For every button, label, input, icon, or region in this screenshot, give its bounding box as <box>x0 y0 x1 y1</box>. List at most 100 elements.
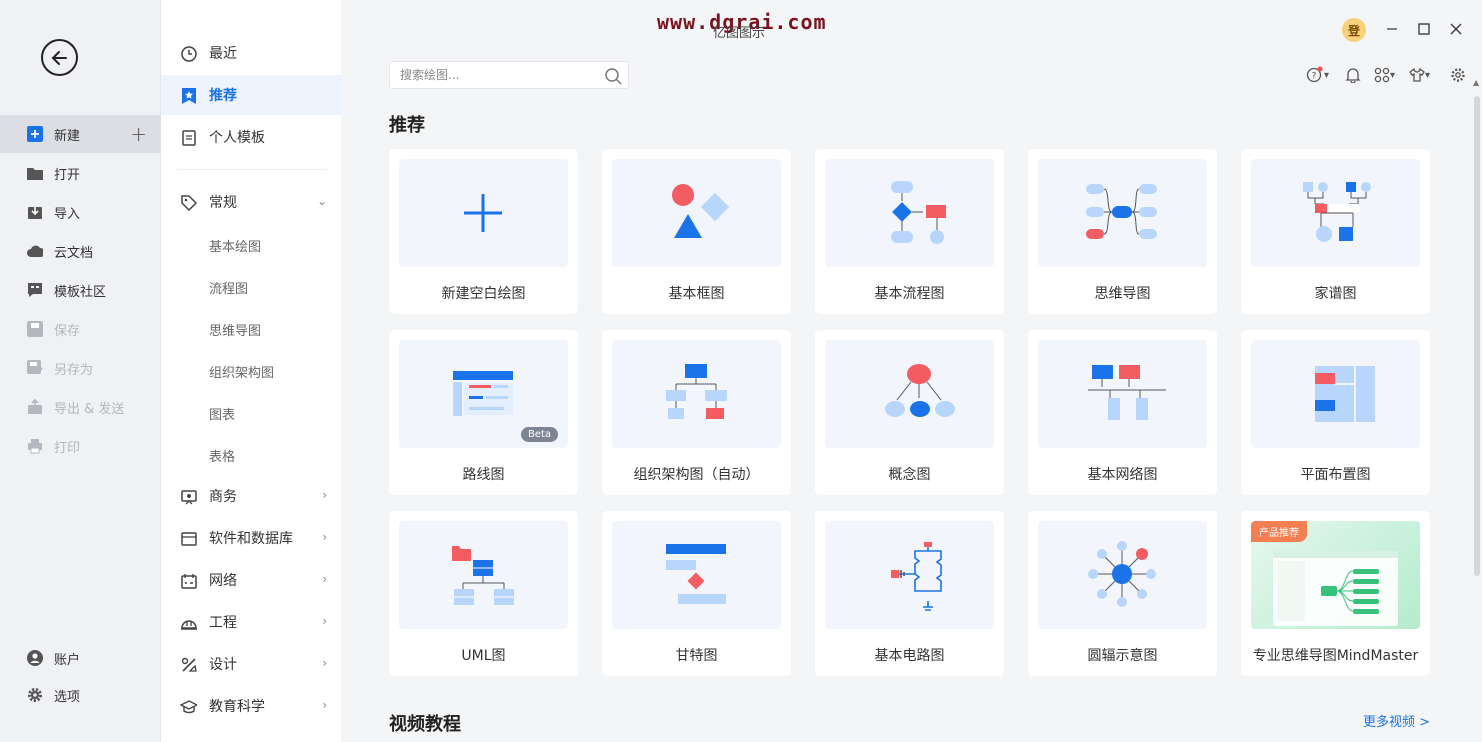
export-icon <box>27 399 43 415</box>
cat-education[interactable]: 教育科学 › <box>161 686 341 726</box>
template-card-concept-map[interactable]: 概念图 <box>815 330 1004 495</box>
mindmap-icon <box>1086 184 1157 239</box>
cat-recent[interactable]: 最近 <box>161 33 341 73</box>
template-card-family-tree[interactable]: 家谱图 <box>1241 149 1430 314</box>
cat-label: 网络 <box>209 573 237 589</box>
card-title: 组织架构图（自动） <box>633 467 760 483</box>
cat-engineering[interactable]: 工程 › <box>161 602 341 642</box>
template-card-floor-plan[interactable]: 平面布置图 <box>1241 330 1430 495</box>
cat-recommended[interactable]: 推荐 <box>161 75 341 115</box>
rail-label: 打开 <box>54 167 81 183</box>
rail-new[interactable]: 新建 + <box>0 115 161 153</box>
rail-community[interactable]: 模板社区 <box>0 271 161 309</box>
settings-button[interactable] <box>1450 66 1466 84</box>
chevron-right-icon: › <box>322 698 327 712</box>
new-file-icon <box>27 126 43 142</box>
search-icon[interactable] <box>604 67 622 89</box>
window-title: 亿图图示 <box>713 26 766 41</box>
presentation-icon <box>180 488 197 505</box>
card-thumbnail <box>612 521 781 629</box>
template-card-roadmap[interactable]: Beta 路线图 <box>389 330 578 495</box>
card-title: 概念图 <box>888 467 931 483</box>
template-card-network[interactable]: 基本网络图 <box>1028 330 1217 495</box>
card-title: UML图 <box>461 648 506 664</box>
cat-general[interactable]: 常规 ⌄ <box>161 182 341 222</box>
maximize-icon <box>1418 23 1430 35</box>
skin-button[interactable]: ▾ <box>1409 66 1430 84</box>
star-icon <box>180 87 197 104</box>
more-videos-link[interactable]: 更多视频 > <box>1363 711 1430 730</box>
rail-options[interactable]: 选项 <box>0 676 161 714</box>
rail-label: 云文档 <box>54 245 94 261</box>
template-card-radial[interactable]: 圆辐示意图 <box>1028 511 1217 676</box>
cat-label: 最近 <box>209 46 237 62</box>
template-card-mindmaster[interactable]: 产品推荐 专业思维导图MindMaster <box>1241 511 1430 676</box>
rail-print[interactable]: 打印 <box>0 427 161 465</box>
scroll-up-icon[interactable]: ▲ <box>1473 78 1479 87</box>
template-card-basic-block[interactable]: 基本框图 <box>602 149 791 314</box>
tshirt-icon <box>1409 67 1425 82</box>
back-button[interactable] <box>41 39 78 76</box>
scrollbar-thumb[interactable] <box>1474 96 1480 576</box>
folder-icon <box>27 165 43 181</box>
template-card-circuit[interactable]: 基本电路图 <box>815 511 1004 676</box>
card-thumbnail: Beta <box>399 340 568 448</box>
template-card-flowchart[interactable]: 基本流程图 <box>815 149 1004 314</box>
minimize-icon <box>1387 28 1397 30</box>
search-input[interactable] <box>390 62 590 88</box>
network-diagram-icon <box>1088 365 1166 420</box>
helmet-icon <box>180 614 197 631</box>
card-thumbnail <box>612 340 781 448</box>
rail-import[interactable]: 导入 <box>0 193 161 231</box>
avatar[interactable]: 登 <box>1342 18 1366 42</box>
close-button[interactable] <box>1445 18 1467 40</box>
template-card-uml[interactable]: UML图 <box>389 511 578 676</box>
card-title: 基本流程图 <box>874 286 945 302</box>
rail-account[interactable]: 账户 <box>0 639 161 677</box>
rail-label: 导入 <box>54 206 81 222</box>
section-title: 推荐 <box>389 115 425 136</box>
plus-icon[interactable]: + <box>130 122 147 146</box>
sub-chart[interactable]: 图表 <box>209 404 235 426</box>
sub-flowchart[interactable]: 流程图 <box>209 278 248 300</box>
import-icon <box>27 204 43 220</box>
rail-save[interactable]: 保存 <box>0 310 161 348</box>
rail-cloud[interactable]: 云文档 <box>0 232 161 270</box>
rail-open[interactable]: 打开 <box>0 154 161 192</box>
shapes-icon <box>672 184 730 238</box>
template-card-mindmap[interactable]: 思维导图 <box>1028 149 1217 314</box>
sub-basic-drawing[interactable]: 基本绘图 <box>209 236 261 258</box>
card-title: 家谱图 <box>1314 286 1357 302</box>
rail-export[interactable]: 导出 & 发送 <box>0 388 161 426</box>
sub-org-chart[interactable]: 组织架构图 <box>209 362 274 384</box>
cat-personal-templates[interactable]: 个人模板 <box>161 117 341 157</box>
rail-label: 选项 <box>54 689 81 705</box>
card-thumbnail <box>1251 340 1420 448</box>
chevron-down-icon[interactable]: ⌄ <box>317 194 327 208</box>
rail-save-as[interactable]: 另存为 <box>0 349 161 387</box>
sub-table[interactable]: 表格 <box>209 446 235 468</box>
help-button[interactable]: ? ▾ <box>1306 66 1329 84</box>
cat-design[interactable]: 设计 › <box>161 644 341 684</box>
apps-button[interactable]: ▾ <box>1374 66 1395 84</box>
cat-network[interactable]: 网络 › <box>161 560 341 600</box>
rail-label: 导出 & 发送 <box>54 401 125 417</box>
template-card-auto-org-chart[interactable]: 组织架构图（自动） <box>602 330 791 495</box>
cat-label: 设计 <box>209 657 237 673</box>
card-thumbnail <box>399 521 568 629</box>
card-thumbnail <box>1038 159 1207 267</box>
account-icon <box>27 650 43 666</box>
card-thumbnail <box>825 521 994 629</box>
gear-icon <box>1451 68 1465 82</box>
cat-business[interactable]: 商务 › <box>161 476 341 516</box>
template-card-blank[interactable]: 新建空白绘图 <box>389 149 578 314</box>
maximize-button[interactable] <box>1413 18 1435 40</box>
community-icon <box>27 282 43 298</box>
template-card-gantt[interactable]: 甘特图 <box>602 511 791 676</box>
video-section-title: 视频教程 <box>389 714 461 735</box>
sub-mindmap[interactable]: 思维导图 <box>209 320 261 342</box>
notification-button[interactable] <box>1345 66 1361 84</box>
cat-software-db[interactable]: 软件和数据库 › <box>161 518 341 558</box>
minimize-button[interactable] <box>1381 18 1403 40</box>
flowchart-icon <box>891 181 946 244</box>
